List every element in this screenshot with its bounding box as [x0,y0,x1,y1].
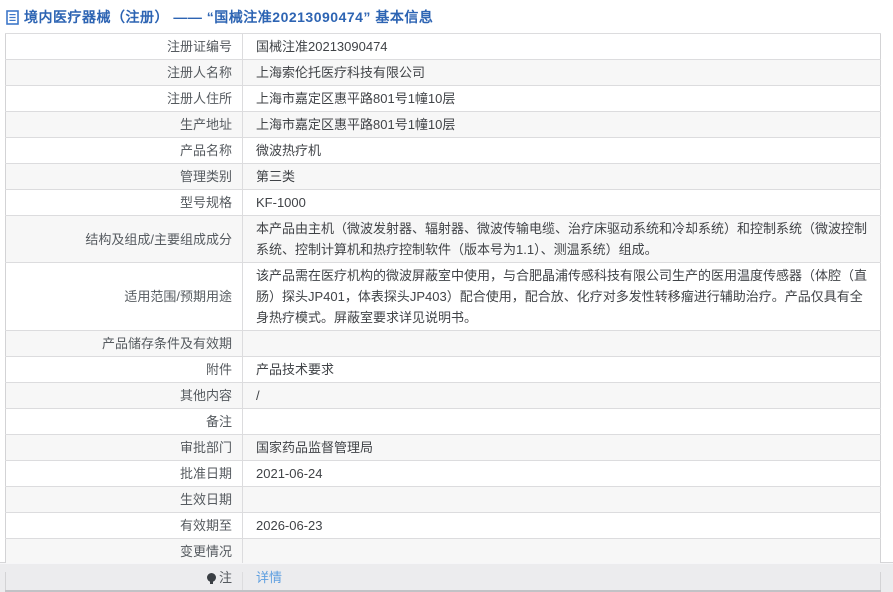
table-row: 生效日期 [5,486,881,513]
table-row: 注册证编号 国械注准20213090474 [5,33,881,60]
row-value: 2021-06-24 [242,460,881,487]
row-label: 生产地址 [5,111,243,138]
row-value: 产品技术要求 [242,356,881,383]
row-label-text: 注册人名称 [166,65,232,80]
row-value [242,486,881,513]
row-label: 其他内容 [5,382,243,409]
row-label: 注册证编号 [5,33,243,60]
row-label: 批准日期 [5,460,243,487]
table-row: 审批部门 国家药品监督管理局 [5,434,881,461]
row-label: 附件 [5,356,243,383]
footer-strip [0,563,893,572]
table-row: 变更情况 [5,538,881,565]
row-label: 管理类别 [5,163,243,190]
detail-link[interactable]: 详情 [256,570,282,585]
row-value [242,538,881,565]
row-label-text: 结构及组成/主要组成成分 [85,231,232,247]
row-label: 注册人名称 [5,59,243,86]
info-table: 注册证编号 国械注准20213090474 注册人名称 上海索伦托医疗科技有限公… [5,33,881,592]
table-row: 型号规格 KF-1000 [5,189,881,216]
page: 境内医疗器械（注册） —— “国械注准20213090474” 基本信息 注册证… [0,0,893,592]
table-row: 注册人住所 上海市嘉定区惠平路801号1幢10层 [5,85,881,112]
row-label: 注册人住所 [5,85,243,112]
row-label-text: 附件 [205,362,232,377]
row-label: 型号规格 [5,189,243,216]
table-row: 产品储存条件及有效期 [5,330,881,357]
row-label-text: 注 [218,570,232,585]
table-row: 生产地址 上海市嘉定区惠平路801号1幢10层 [5,111,881,138]
row-label-text: 生效日期 [179,492,232,507]
row-label-text: 其他内容 [179,388,232,403]
info-table-body: 注册证编号 国械注准20213090474 注册人名称 上海索伦托医疗科技有限公… [5,33,881,591]
table-row: 适用范围/预期用途 该产品需在医疗机构的微波屏蔽室中使用，与合肥晶浦传感科技有限… [5,262,881,331]
row-value: 国械注准20213090474 [242,33,881,60]
row-value: 上海市嘉定区惠平路801号1幢10层 [242,111,881,138]
bulb-icon [206,573,216,584]
row-value: KF-1000 [242,189,881,216]
row-value: 国家药品监督管理局 [242,434,881,461]
row-label-text: 适用范围/预期用途 [124,289,232,304]
row-label-text: 批准日期 [179,466,232,481]
row-label-text: 管理类别 [179,169,232,184]
row-value: 上海索伦托医疗科技有限公司 [242,59,881,86]
table-row: 备注 [5,408,881,435]
row-label: 适用范围/预期用途 [5,262,243,331]
row-label-text: 产品名称 [179,143,232,158]
table-row: 管理类别 第三类 [5,163,881,190]
row-label-text: 有效期至 [179,518,232,533]
row-value [242,408,881,435]
table-row: 有效期至 2026-06-23 [5,512,881,539]
row-value: 上海市嘉定区惠平路801号1幢10层 [242,85,881,112]
table-row: 结构及组成/主要组成成分 本产品由主机（微波发射器、辐射器、微波传输电缆、治疗床… [5,215,881,263]
row-label-text: 产品储存条件及有效期 [101,336,232,351]
table-row: 产品名称 微波热疗机 [5,137,881,164]
row-label-text: 审批部门 [179,440,232,455]
row-label: 产品储存条件及有效期 [5,330,243,357]
row-value: 本产品由主机（微波发射器、辐射器、微波传输电缆、治疗床驱动系统和冷却系统）和控制… [242,215,881,263]
table-row: 注册人名称 上海索伦托医疗科技有限公司 [5,59,881,86]
row-label: 结构及组成/主要组成成分 [5,215,243,263]
page-title: 境内医疗器械（注册） —— “国械注准20213090474” 基本信息 [24,9,434,25]
row-value: 该产品需在医疗机构的微波屏蔽室中使用，与合肥晶浦传感科技有限公司生产的医用温度传… [242,262,881,331]
row-value: / [242,382,881,409]
row-label-text: 生产地址 [179,117,232,132]
row-value [242,330,881,357]
row-label: 产品名称 [5,137,243,164]
row-label: 变更情况 [5,538,243,565]
table-row: 附件 产品技术要求 [5,356,881,383]
row-label-text: 型号规格 [179,195,232,210]
row-label-text: 注册证编号 [166,39,232,54]
table-row: 批准日期 2021-06-24 [5,460,881,487]
row-label-text: 注册人住所 [166,91,232,106]
table-row: 其他内容 / [5,382,881,409]
row-label: 有效期至 [5,512,243,539]
row-value: 微波热疗机 [242,137,881,164]
row-value: 2026-06-23 [242,512,881,539]
row-label: 生效日期 [5,486,243,513]
row-label-text: 变更情况 [179,544,232,559]
page-header: 境内医疗器械（注册） —— “国械注准20213090474” 基本信息 [0,0,893,33]
row-label: 备注 [5,408,243,435]
document-icon [6,9,19,25]
row-label-text: 备注 [205,414,232,429]
row-label: 审批部门 [5,434,243,461]
row-value: 第三类 [242,163,881,190]
